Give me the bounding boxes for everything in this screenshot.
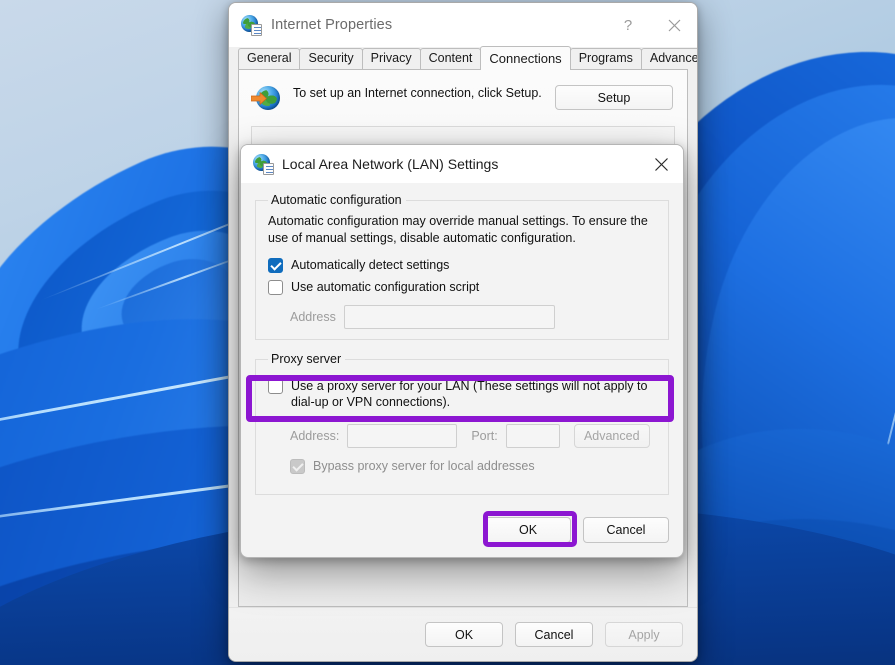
help-button[interactable]: ? [605,3,651,47]
proxy-address-input[interactable] [347,424,457,448]
bypass-proxy-checkbox [290,459,305,474]
bypass-proxy-label: Bypass proxy server for local addresses [313,458,535,474]
proxy-advanced-button: Advanced [574,424,650,448]
use-auto-config-script-row[interactable]: Use automatic configuration script [268,279,656,295]
proxy-port-input[interactable] [506,424,560,448]
lan-settings-footer: OK Cancel [241,509,683,557]
proxy-port-label: Port: [471,429,497,443]
proxy-server-group: Proxy server Use a proxy server for your… [255,352,669,495]
globe-document-icon [253,154,273,174]
window-title: Internet Properties [271,17,392,33]
setup-description: To set up an Internet connection, click … [293,84,542,102]
tab-privacy[interactable]: Privacy [362,48,421,69]
use-proxy-server-row[interactable]: Use a proxy server for your LAN (These s… [268,378,656,410]
lan-settings-title: Local Area Network (LAN) Settings [282,156,498,172]
script-address-label: Address [290,310,336,324]
tab-advanced[interactable]: Advanced [641,48,698,69]
auto-detect-settings-label: Automatically detect settings [291,257,449,273]
automatic-configuration-group: Automatic configuration Automatic config… [255,193,669,340]
tab-programs[interactable]: Programs [570,48,642,69]
internet-properties-titlebar[interactable]: Internet Properties ? [229,3,697,47]
tab-general[interactable]: General [238,48,300,69]
titlebar-buttons: ? [605,3,697,47]
apply-button: Apply [605,622,683,647]
script-address-row: Address [268,305,656,329]
tab-security[interactable]: Security [299,48,362,69]
desktop: Internet Properties ? General Security P… [0,0,895,665]
cancel-button[interactable]: Cancel [515,622,593,647]
ok-button[interactable]: OK [425,622,503,647]
lan-cancel-button[interactable]: Cancel [583,517,669,543]
use-proxy-server-label: Use a proxy server for your LAN (These s… [291,378,656,410]
tab-strip: General Security Privacy Content Connect… [229,47,697,69]
auto-detect-settings-checkbox[interactable] [268,258,283,273]
lan-settings-content: Automatic configuration Automatic config… [241,183,683,509]
automatic-configuration-legend: Automatic configuration [268,193,406,207]
use-proxy-server-checkbox[interactable] [268,379,283,394]
close-icon[interactable] [651,3,697,47]
automatic-configuration-description: Automatic configuration may override man… [268,213,656,247]
lan-settings-dialog: Local Area Network (LAN) Settings Automa… [240,144,684,558]
close-icon[interactable] [639,145,683,183]
tab-content[interactable]: Content [420,48,482,69]
proxy-address-label: Address: [290,429,339,443]
bypass-proxy-row: Bypass proxy server for local addresses [268,458,656,474]
use-auto-config-script-checkbox[interactable] [268,280,283,295]
internet-properties-footer: OK Cancel Apply [229,607,697,661]
script-address-input[interactable] [344,305,555,329]
auto-detect-settings-row[interactable]: Automatically detect settings [268,257,656,273]
lan-settings-titlebar[interactable]: Local Area Network (LAN) Settings [241,145,683,183]
lan-ok-button[interactable]: OK [485,517,571,543]
setup-row: To set up an Internet connection, click … [239,70,687,112]
use-auto-config-script-label: Use automatic configuration script [291,279,479,295]
tab-connections[interactable]: Connections [480,46,570,70]
internet-connection-globe-icon [251,84,281,112]
setup-button[interactable]: Setup [555,85,673,110]
proxy-address-row: Address: Port: Advanced [268,424,656,448]
proxy-server-legend: Proxy server [268,352,345,366]
globe-document-icon [241,15,261,35]
